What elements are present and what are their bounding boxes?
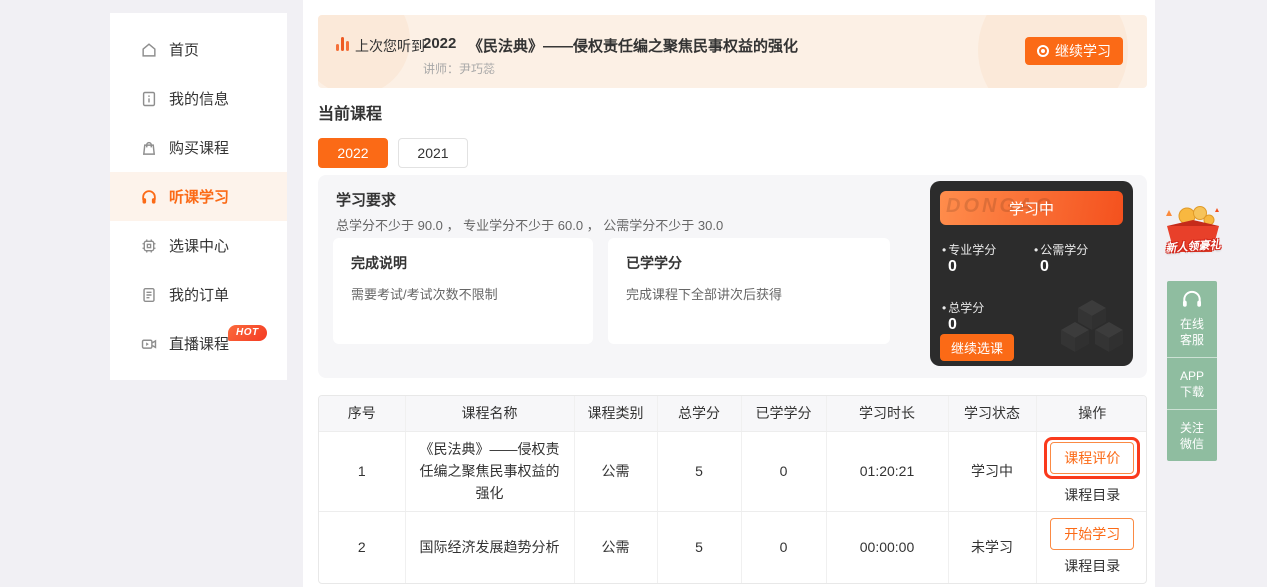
cell-actions: 课程评价 课程目录: [1036, 431, 1147, 511]
online-service-button[interactable]: 在线客服: [1167, 281, 1217, 357]
home-icon: [140, 41, 158, 59]
newcomer-gift-widget[interactable]: 新人领豪礼: [1157, 200, 1229, 266]
cell-total-credits: 5: [657, 431, 741, 511]
card-text: 完成课程下全部讲次后获得: [626, 284, 890, 303]
continue-learning-button[interactable]: 继续学习: [1025, 37, 1123, 65]
resume-lecturer: 讲师：尹巧蕊: [423, 60, 495, 77]
cell-index: 2: [319, 511, 405, 583]
follow-wechat-button[interactable]: 关注微信: [1167, 409, 1217, 461]
requirements-text: 总学分不少于 90.0 ， 专业学分不少于 60.0 ， 公需学分不少于 30.…: [336, 215, 723, 234]
stat-label: 总学分: [942, 299, 984, 316]
cell-duration: 00:00:00: [826, 511, 948, 583]
stat-label: 公需学分: [1034, 241, 1088, 258]
sidebar-item-label: 听课学习: [169, 186, 229, 207]
sidebar-item-label: 直播课程: [169, 333, 229, 354]
course-catalog-link[interactable]: 课程目录: [1037, 556, 1148, 576]
cubes-decoration: [1055, 296, 1127, 362]
table-row: 1 《民法典》——侵权责任编之聚焦民事权益的强化 公需 5 0 01:20:21…: [319, 431, 1147, 511]
col-header-duration: 学习时长: [826, 396, 948, 431]
start-learning-button[interactable]: 开始学习: [1050, 518, 1134, 550]
sidebar-item-my-info[interactable]: 我的信息: [110, 74, 287, 123]
sidebar-item-label: 购买课程: [169, 137, 229, 158]
earned-credits-card: 已学学分 完成课程下全部讲次后获得: [608, 238, 890, 344]
sidebar-item-home[interactable]: 首页: [110, 25, 287, 74]
cell-earned-credits: 0: [741, 511, 826, 583]
cell-earned-credits: 0: [741, 431, 826, 511]
sidebar: 首页 我的信息 购买课程 听课学习 选课中心: [110, 13, 287, 380]
cell-index: 1: [319, 431, 405, 511]
col-header-index: 序号: [319, 396, 405, 431]
col-header-actions: 操作: [1036, 396, 1147, 431]
table-header-row: 序号 课程名称 课程类别 总学分 已学学分 学习时长 学习状态 操作: [319, 396, 1147, 431]
tab-2021[interactable]: 2021: [398, 138, 468, 168]
cell-status: 未学习: [948, 511, 1036, 583]
cell-category: 公需: [574, 431, 657, 511]
sidebar-item-live-course[interactable]: 直播课程 HOT: [110, 319, 287, 368]
col-header-name: 课程名称: [405, 396, 574, 431]
my-info-icon: [140, 90, 158, 108]
stat-value: 0: [948, 316, 957, 334]
stat-label: 专业学分: [942, 241, 996, 258]
sidebar-item-label: 首页: [169, 39, 199, 60]
course-evaluate-button[interactable]: 课程评价: [1050, 442, 1134, 474]
hot-badge: HOT: [228, 325, 267, 341]
course-table: 序号 课程名称 课程类别 总学分 已学学分 学习时长 学习状态 操作 1 《民法…: [319, 396, 1147, 583]
sidebar-item-label: 我的订单: [169, 284, 229, 305]
sidebar-item-my-orders[interactable]: 我的订单: [110, 270, 287, 319]
cell-duration: 01:20:21: [826, 431, 948, 511]
cell-total-credits: 5: [657, 511, 741, 583]
page: 首页 我的信息 购买课程 听课学习 选课中心: [0, 0, 1267, 587]
status-card: DONGAO 学习中 专业学分 0 公需学分 0 总学分 0 继续选课: [930, 181, 1133, 366]
status-banner: DONGAO 学习中: [940, 191, 1123, 225]
card-title: 已学学分: [626, 253, 890, 273]
app-download-button[interactable]: APP下载: [1167, 357, 1217, 409]
stat-value: 0: [948, 258, 957, 276]
requirements-title: 学习要求: [336, 189, 396, 210]
cell-course-name: 国际经济发展趋势分析: [405, 511, 574, 583]
live-course-icon: [140, 335, 158, 353]
cell-status: 学习中: [948, 431, 1036, 511]
card-title: 完成说明: [351, 253, 593, 273]
floating-side-menu: 在线客服 APP下载 关注微信: [1167, 281, 1217, 461]
headphones-icon: [140, 188, 158, 206]
completion-note-card: 完成说明 需要考试/考试次数不限制: [333, 238, 593, 344]
course-center-icon: [140, 237, 158, 255]
year-tabs: 2022 2021: [318, 138, 468, 168]
col-header-status: 学习状态: [948, 396, 1036, 431]
study-requirements-panel: 学习要求 总学分不少于 90.0 ， 专业学分不少于 60.0 ， 公需学分不少…: [318, 175, 1147, 378]
cell-category: 公需: [574, 511, 657, 583]
headset-icon: [1181, 289, 1203, 309]
course-catalog-link[interactable]: 课程目录: [1037, 485, 1148, 505]
cell-actions: 开始学习 课程目录: [1036, 511, 1147, 583]
equalizer-icon: [336, 37, 349, 51]
resume-banner: 上次您听到 2022 《民法典》——侵权责任编之聚焦民事权益的强化 讲师：尹巧蕊…: [318, 15, 1147, 88]
col-header-earned-credits: 已学学分: [741, 396, 826, 431]
card-text: 需要考试/考试次数不限制: [351, 284, 593, 303]
main-content: 上次您听到 2022 《民法典》——侵权责任编之聚焦民事权益的强化 讲师：尹巧蕊…: [303, 0, 1155, 587]
sidebar-item-listen-learn[interactable]: 听课学习: [110, 172, 287, 221]
resume-prefix: 上次您听到: [355, 36, 425, 56]
sidebar-item-label: 选课中心: [169, 235, 229, 256]
purchase-course-icon: [140, 139, 158, 157]
sidebar-item-course-center[interactable]: 选课中心: [110, 221, 287, 270]
col-header-total-credits: 总学分: [657, 396, 741, 431]
stat-value: 0: [1040, 258, 1049, 276]
col-header-category: 课程类别: [574, 396, 657, 431]
status-text: 学习中: [1009, 198, 1054, 219]
course-table-wrap: 序号 课程名称 课程类别 总学分 已学学分 学习时长 学习状态 操作 1 《民法…: [318, 395, 1147, 584]
resume-course-title: 《民法典》——侵权责任编之聚焦民事权益的强化: [468, 35, 798, 56]
sidebar-item-purchase-course[interactable]: 购买课程: [110, 123, 287, 172]
play-circle-icon: [1037, 45, 1049, 57]
sidebar-item-label: 我的信息: [169, 88, 229, 109]
tab-2022[interactable]: 2022: [318, 138, 388, 168]
resume-year: 2022: [423, 35, 456, 52]
gift-box-icon: [1157, 200, 1229, 266]
my-orders-icon: [140, 286, 158, 304]
highlight-box: 课程评价: [1044, 437, 1140, 479]
current-courses-title: 当前课程: [318, 100, 382, 124]
table-row: 2 国际经济发展趋势分析 公需 5 0 00:00:00 未学习 开始学习 课程…: [319, 511, 1147, 583]
cell-course-name: 《民法典》——侵权责任编之聚焦民事权益的强化: [405, 431, 574, 511]
continue-select-course-button[interactable]: 继续选课: [940, 334, 1014, 361]
